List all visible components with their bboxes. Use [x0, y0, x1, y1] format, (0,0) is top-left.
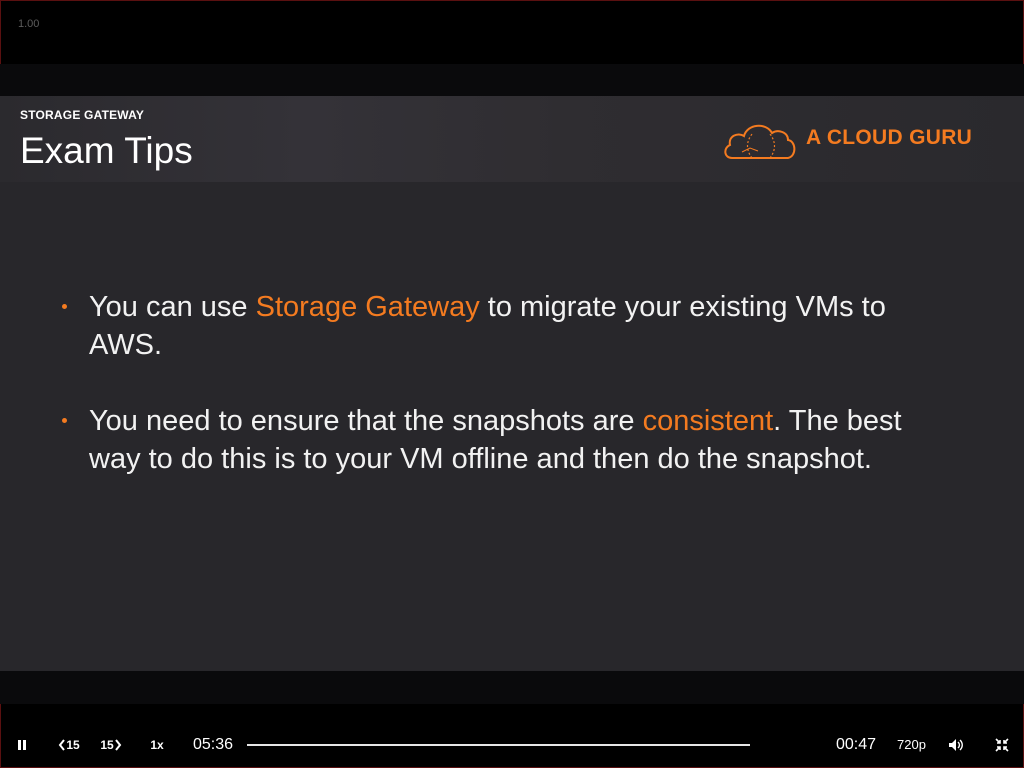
exit-fullscreen-icon	[995, 738, 1009, 752]
forward-15-button[interactable]: 15	[94, 724, 128, 766]
bullet-text: You need to ensure that the snapshots ar…	[89, 405, 643, 437]
volume-button[interactable]	[944, 724, 968, 766]
zoom-readout: 1.00	[18, 18, 40, 30]
slide-title: Exam Tips	[20, 130, 193, 171]
playback-speed-button[interactable]: 1x	[142, 724, 172, 766]
rewind-15-icon	[59, 739, 66, 751]
bullet-dot-icon	[62, 418, 67, 423]
bullet-highlight: consistent	[642, 405, 774, 437]
forward-15-icon	[114, 739, 121, 751]
pause-button[interactable]	[8, 724, 36, 766]
seek-bar[interactable]	[247, 744, 750, 746]
letterbox-top	[0, 64, 1024, 96]
pause-icon	[18, 740, 26, 750]
bullet-list: You can use Storage Gateway to migrate y…	[62, 288, 942, 516]
cloud-logo-icon	[724, 124, 796, 159]
bullet-text: You can use	[89, 291, 256, 323]
bullet-item: You can use Storage Gateway to migrate y…	[62, 288, 942, 364]
slide-header: STORAGE GATEWAY Exam Tips A CLOUD GURU	[0, 96, 1024, 182]
slide-kicker: STORAGE GATEWAY	[20, 108, 145, 122]
bullet-dot-icon	[62, 304, 67, 309]
quality-button[interactable]: 720p	[897, 737, 926, 752]
remaining-time: 00:47	[836, 736, 877, 753]
elapsed-time: 05:36	[193, 736, 234, 753]
volume-icon	[949, 739, 963, 751]
brand-logo: A CLOUD GURU	[722, 116, 1002, 164]
video-frame[interactable]: STORAGE GATEWAY Exam Tips A CLOUD GURU Y…	[0, 96, 1024, 671]
bullet-highlight: Storage Gateway	[255, 291, 480, 323]
player-controls: 15 15 1x 05:36 00:47 720p	[0, 724, 1024, 768]
forward-15-label: 15	[100, 738, 114, 752]
bullet-item: You need to ensure that the snapshots ar…	[62, 402, 942, 478]
rewind-15-label: 15	[66, 738, 80, 752]
playback-speed-label: 1x	[150, 738, 164, 752]
exit-fullscreen-button[interactable]	[990, 724, 1014, 766]
brand-name: A CLOUD GURU	[806, 126, 973, 149]
letterbox-bottom	[0, 671, 1024, 704]
rewind-15-button[interactable]: 15	[52, 724, 86, 766]
